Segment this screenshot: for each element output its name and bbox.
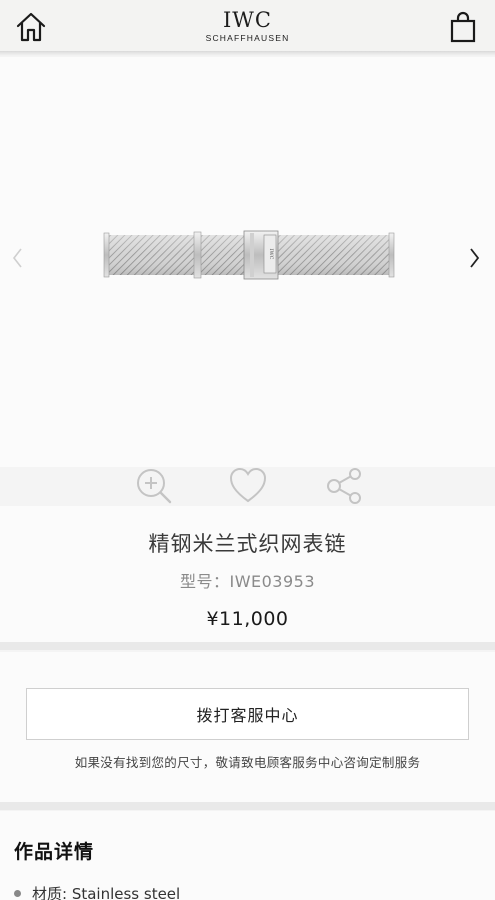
section-divider <box>0 802 495 810</box>
product-model: 型号：IWE03953 <box>179 572 316 591</box>
details-title: 作品详情 <box>14 841 95 863</box>
call-service-button[interactable]: 拨打客服中心 <box>26 688 469 740</box>
heart-icon <box>229 467 267 503</box>
details-section: 作品详情 材质: Stainless steel <box>0 811 495 900</box>
share-button[interactable] <box>324 466 364 506</box>
chevron-left-icon <box>12 248 22 268</box>
shopping-bag-icon <box>450 11 476 43</box>
zoom-in-icon <box>137 469 172 504</box>
share-icon <box>327 468 361 504</box>
favorite-button[interactable] <box>228 466 268 506</box>
top-header: IWC SCHAFFHAUSEN <box>0 0 495 56</box>
product-gallery[interactable]: IWC <box>0 57 495 467</box>
gallery-next-button[interactable] <box>465 243 485 273</box>
section-divider <box>0 642 495 650</box>
clasp-engraving: IWC <box>268 249 274 260</box>
brand-subtitle: SCHAFFHAUSEN <box>205 33 290 43</box>
details-item: 材质: Stainless steel <box>14 883 180 900</box>
brand-name: IWC <box>223 8 272 32</box>
gallery-prev-button[interactable] <box>8 243 28 273</box>
mesh-bracelet-image: IWC <box>103 230 395 280</box>
product-price: ¥11,000 <box>206 608 289 630</box>
service-section: 拨打客服中心 如果没有找到您的尺寸，敬请致电顾客服务中心咨询定制服务 <box>0 652 495 802</box>
bullet-icon <box>14 890 21 897</box>
service-note: 如果没有找到您的尺寸，敬请致电顾客服务中心咨询定制服务 <box>74 755 421 770</box>
product-image[interactable]: IWC <box>102 229 396 281</box>
product-actions <box>0 466 495 506</box>
product-name: 精钢米兰式织网表链 <box>148 532 347 556</box>
shopping-bag-button[interactable] <box>447 10 479 44</box>
details-item-label: 材质: Stainless steel <box>32 885 181 900</box>
chevron-right-icon <box>470 248 480 268</box>
zoom-button[interactable] <box>134 466 174 506</box>
brand-logo[interactable]: IWC SCHAFFHAUSEN <box>0 7 495 43</box>
